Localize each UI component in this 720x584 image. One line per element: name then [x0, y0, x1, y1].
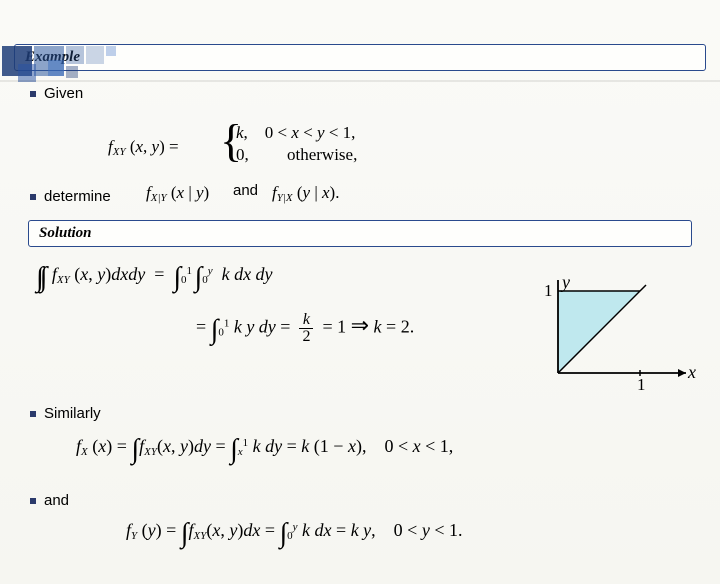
bullet-determine-row: determine	[30, 182, 111, 209]
plot-xlabel: x	[687, 362, 696, 382]
bullet-and-label: and	[44, 492, 69, 509]
frac-den: 2	[299, 329, 313, 345]
header-squares	[0, 44, 260, 82]
solution-line1: ∫∫ fXY (x, y)dxdy = ∫01 ∫0y k dx dy	[36, 262, 273, 294]
bullet-given-label: Given	[44, 85, 83, 102]
bullet-and-row: and	[30, 486, 69, 513]
bullet-given: Given	[30, 85, 706, 102]
plot-ylabel: y	[560, 278, 570, 292]
solution-line2: = ∫01 k y dy = k2 = 1 ⇒ k = 2.	[196, 312, 414, 347]
marginal-fx: fX (x) = ∫fXY(x, y)dy = ∫x1 k dy = k (1 …	[76, 434, 453, 466]
plot-tick-y: 1	[544, 281, 553, 300]
bullet-similarly-label: Similarly	[44, 405, 101, 422]
bullet-similarly: Similarly	[30, 405, 101, 422]
given-lhs: fXY (x, y) =	[108, 137, 179, 158]
piecewise-case2: 0, otherwise,	[236, 144, 357, 166]
bullet-similarly-row: Similarly	[30, 399, 101, 426]
bullet-and: and	[30, 492, 69, 509]
heading-solution: Solution	[28, 220, 692, 247]
region-plot: 1 1 x y	[528, 278, 698, 398]
determine-f1: fX|Y (x | y)	[146, 183, 209, 204]
determine-joiner: and	[233, 182, 258, 199]
determine-f2: fY|X (y | x).	[272, 183, 339, 204]
region-plot-svg: 1 1 x y	[528, 278, 698, 398]
header-squares-svg	[0, 44, 260, 84]
frac-num: k	[299, 312, 313, 329]
plot-tick-x: 1	[637, 375, 646, 394]
marginal-fy: fY (y) = ∫fXY(x, y)dx = ∫0y k dx = k y, …	[126, 518, 462, 550]
header-underline	[0, 80, 720, 82]
bullet-determine-label: determine	[44, 188, 111, 205]
piecewise-case1: k, 0 < x < y < 1,	[236, 122, 357, 144]
bullet-determine: determine	[30, 188, 111, 205]
given-piecewise: { k, 0 < x < y < 1, 0, otherwise,	[220, 122, 357, 166]
